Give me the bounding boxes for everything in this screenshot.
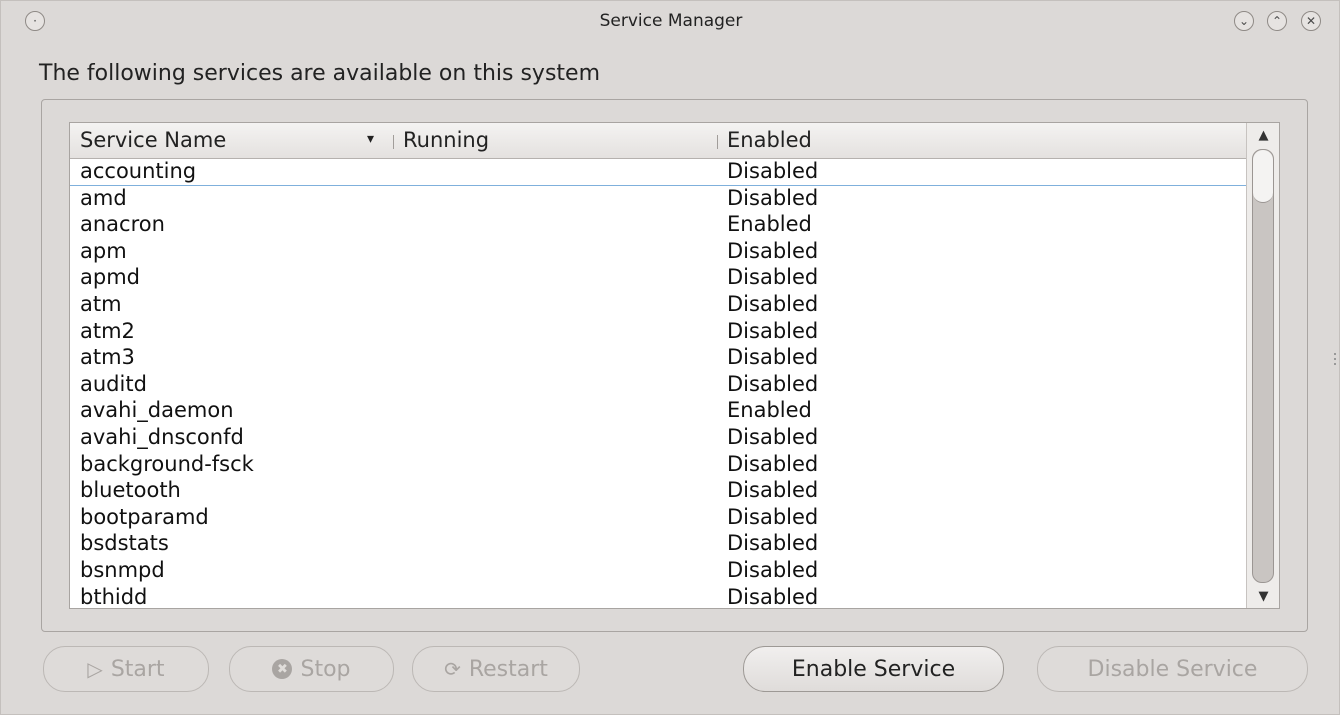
restart-icon: ⟳ (444, 657, 461, 681)
enabled-status-cell: Disabled (727, 291, 819, 316)
stop-button[interactable]: ✖ Stop (229, 646, 394, 692)
enabled-status-cell: Disabled (727, 159, 819, 183)
table-row[interactable]: auditd Disabled (70, 372, 1246, 399)
vertical-scrollbar[interactable]: ▲ ▼ (1246, 123, 1279, 608)
action-buttons-bar: ▷ Start ✖ Stop ⟳ Restart Enable Service … (1, 646, 1340, 694)
service-name-cell: apm (80, 238, 127, 263)
scroll-track[interactable] (1252, 149, 1274, 583)
scroll-down-icon[interactable]: ▼ (1247, 584, 1279, 608)
service-name-cell: atm (80, 291, 122, 316)
table-row[interactable]: accounting Disabled (70, 159, 1246, 186)
enabled-status-cell: Disabled (727, 531, 819, 556)
enable-service-button[interactable]: Enable Service (743, 646, 1004, 692)
service-name-cell: background-fsck (80, 451, 254, 476)
enabled-status-cell: Disabled (727, 557, 819, 582)
table-body: accounting Disabled amd Disabled anacron… (70, 159, 1246, 609)
minimize-icon: ⌄ (1238, 14, 1250, 28)
stop-button-label: Stop (300, 656, 351, 682)
disable-service-button-label: Disable Service (1087, 656, 1258, 682)
table-row[interactable]: bthidd Disabled (70, 584, 1246, 609)
table-row[interactable]: avahi_daemon Enabled (70, 398, 1246, 425)
enabled-status-cell: Disabled (727, 185, 819, 210)
table-row[interactable]: apmd Disabled (70, 265, 1246, 292)
table-row[interactable]: bsdstats Disabled (70, 531, 1246, 558)
resize-grip-icon[interactable] (1334, 353, 1336, 365)
minimize-button[interactable]: ⌄ (1234, 11, 1254, 31)
sort-descending-icon[interactable]: ▾ (367, 131, 374, 147)
table-row[interactable]: background-fsck Disabled (70, 452, 1246, 479)
service-name-cell: atm3 (80, 345, 135, 370)
enabled-status-cell: Enabled (727, 398, 812, 423)
service-name-cell: anacron (80, 212, 165, 237)
table-header: Service Name ▾ Running Enabled (70, 123, 1246, 159)
stop-icon: ✖ (272, 659, 293, 679)
column-header-service-name[interactable]: Service Name (80, 128, 226, 152)
table-row[interactable]: bluetooth Disabled (70, 478, 1246, 505)
services-table[interactable]: Service Name ▾ Running Enabled accountin… (69, 122, 1280, 609)
column-header-enabled[interactable]: Enabled (727, 128, 812, 152)
enabled-status-cell: Disabled (727, 424, 819, 449)
table-row[interactable]: avahi_dnsconfd Disabled (70, 425, 1246, 452)
service-name-cell: bootparamd (80, 504, 209, 529)
play-icon: ▷ (87, 657, 103, 681)
window-title: Service Manager (599, 11, 743, 31)
services-heading: The following services are available on … (39, 61, 600, 86)
service-name-cell: amd (80, 185, 127, 210)
service-name-cell: avahi_daemon (80, 398, 234, 423)
service-manager-window: · Service Manager ⌄ ⌃ ✕ The following se… (0, 0, 1340, 715)
table-row[interactable]: anacron Enabled (70, 212, 1246, 239)
service-name-cell: auditd (80, 371, 147, 396)
enabled-status-cell: Disabled (727, 451, 819, 476)
service-name-cell: apmd (80, 265, 140, 290)
table-row[interactable]: bsnmpd Disabled (70, 558, 1246, 585)
restart-button[interactable]: ⟳ Restart (412, 646, 580, 692)
enabled-status-cell: Disabled (727, 371, 819, 396)
table-row[interactable]: atm3 Disabled (70, 345, 1246, 372)
enabled-status-cell: Disabled (727, 504, 819, 529)
scroll-up-icon[interactable]: ▲ (1247, 123, 1279, 147)
enabled-status-cell: Disabled (727, 478, 819, 503)
column-divider[interactable] (393, 135, 394, 149)
column-header-running[interactable]: Running (403, 128, 489, 152)
maximize-button[interactable]: ⌃ (1267, 11, 1287, 31)
disable-service-button[interactable]: Disable Service (1037, 646, 1308, 692)
table-row[interactable]: atm Disabled (70, 292, 1246, 319)
enabled-status-cell: Disabled (727, 584, 819, 609)
service-name-cell: bthidd (80, 584, 148, 609)
enabled-status-cell: Disabled (727, 238, 819, 263)
service-name-cell: atm2 (80, 318, 135, 343)
service-name-cell: bsdstats (80, 531, 169, 556)
service-name-cell: bluetooth (80, 478, 181, 503)
enabled-status-cell: Disabled (727, 265, 819, 290)
service-name-cell: bsnmpd (80, 557, 165, 582)
service-name-cell: avahi_dnsconfd (80, 424, 244, 449)
column-divider[interactable] (717, 135, 718, 149)
enabled-status-cell: Disabled (727, 345, 819, 370)
enable-service-button-label: Enable Service (791, 656, 956, 682)
close-icon: ✕ (1305, 14, 1317, 28)
start-button-label: Start (110, 656, 165, 682)
title-bar[interactable]: · Service Manager ⌄ ⌃ ✕ (1, 1, 1340, 45)
maximize-icon: ⌃ (1271, 14, 1283, 28)
start-button[interactable]: ▷ Start (43, 646, 209, 692)
scroll-thumb[interactable] (1253, 150, 1273, 203)
close-button[interactable]: ✕ (1301, 11, 1321, 31)
enabled-status-cell: Enabled (727, 212, 812, 237)
enabled-status-cell: Disabled (727, 318, 819, 343)
table-row[interactable]: bootparamd Disabled (70, 505, 1246, 532)
table-row[interactable]: amd Disabled (70, 186, 1246, 213)
table-row[interactable]: atm2 Disabled (70, 319, 1246, 346)
service-name-cell: accounting (80, 159, 197, 183)
restart-button-label: Restart (468, 656, 548, 682)
table-row[interactable]: apm Disabled (70, 239, 1246, 266)
